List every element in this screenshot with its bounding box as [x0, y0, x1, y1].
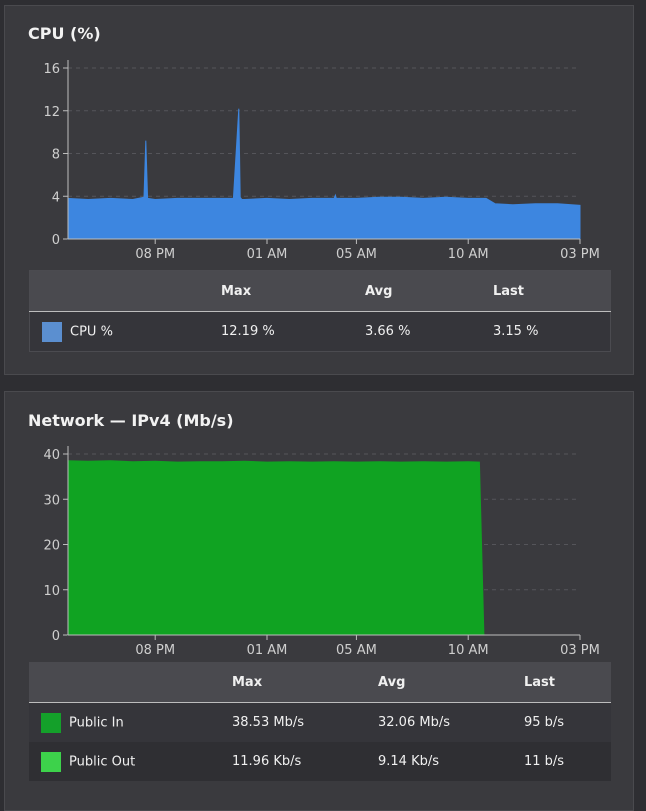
cpu-chart: 0 4 8 12 16 08 PM 01 AM 05 AM 10 AM 03 PM — [43, 60, 600, 262]
cpu-legend-row[interactable]: CPU % 12.19 % 3.66 % 3.15 % — [29, 311, 611, 352]
cpu-chart-x-tick-label: 05 AM — [336, 247, 377, 262]
network-legend-table: Max Avg Last Public In 38.53 Mb/s 32.06 … — [29, 662, 611, 781]
cpu-legend-header-avg: Avg — [365, 270, 493, 312]
cpu-chart-series-cpu--area — [67, 108, 581, 240]
public-in-series-cell: Public In — [29, 702, 232, 742]
network-chart-x-tick-label: 05 AM — [336, 643, 377, 658]
cpu-legend-header-series — [29, 270, 221, 312]
network-chart-x-tick-label: 10 AM — [448, 643, 489, 658]
network-legend-header: Max Avg Last — [29, 662, 611, 703]
network-chart-x-tick-label: 08 PM — [135, 643, 175, 658]
public-in-swatch — [41, 712, 61, 733]
cpu-legend-header: Max Avg Last — [29, 270, 611, 312]
network-panel: Network — IPv4 (Mb/s) 0 10 20 30 40 08 PM 01 A… — [4, 391, 634, 811]
cpu-series-name: CPU % — [70, 324, 113, 339]
network-chart: 0 10 20 30 40 08 PM 01 AM 05 AM 10 AM 03 PM — [43, 446, 600, 658]
cpu-chart-x-tick-label: 10 AM — [448, 247, 489, 262]
cpu-last-value: 3.15 % — [493, 311, 611, 352]
cpu-chart-x-tick-label: 03 PM — [560, 247, 600, 262]
network-chart-x-tick-label: 03 PM — [560, 643, 600, 658]
public-in-name: Public In — [69, 715, 124, 730]
network-legend-row-public-out[interactable]: Public Out 11.96 Kb/s 9.14 Kb/s 11 b/s — [29, 742, 611, 781]
cpu-legend-table: Max Avg Last CPU % 12.19 % 3.66 % 3.15 % — [29, 270, 611, 352]
public-out-avg-value: 9.14 Kb/s — [378, 742, 524, 781]
public-in-avg-value: 32.06 Mb/s — [378, 702, 524, 742]
cpu-chart-y-tick-label: 4 — [52, 190, 60, 205]
cpu-legend-header-last: Last — [493, 270, 611, 312]
public-out-swatch — [41, 751, 61, 772]
public-in-last-value: 95 b/s — [524, 702, 611, 742]
public-out-max-value: 11.96 Kb/s — [232, 742, 378, 781]
network-chart-x-tick-label: 01 AM — [247, 643, 288, 658]
network-legend-header-series — [29, 662, 232, 703]
network-chart-y-tick-label: 40 — [43, 448, 60, 463]
network-chart-y-tick-label: 20 — [43, 539, 60, 554]
network-chart-y-tick-label: 0 — [52, 629, 60, 644]
cpu-chart-y-tick-label: 8 — [52, 148, 60, 163]
public-out-last-value: 11 b/s — [524, 742, 611, 781]
public-out-name: Public Out — [69, 754, 136, 769]
cpu-max-value: 12.19 % — [221, 311, 365, 352]
network-chart-y-tick-label: 10 — [43, 584, 60, 599]
cpu-legend-series-cell: CPU % — [29, 311, 221, 352]
cpu-legend-header-max: Max — [221, 270, 365, 312]
network-legend-header-max: Max — [232, 662, 378, 703]
public-in-max-value: 38.53 Mb/s — [232, 702, 378, 742]
network-legend-header-last: Last — [524, 662, 611, 703]
network-chart-series-public-in-area — [67, 460, 580, 636]
network-legend-row-public-in[interactable]: Public In 38.53 Mb/s 32.06 Mb/s 95 b/s — [29, 702, 611, 742]
public-out-series-cell: Public Out — [29, 742, 232, 781]
network-chart-y-tick-label: 30 — [43, 493, 60, 508]
cpu-chart-x-tick-label: 08 PM — [135, 247, 175, 262]
network-legend-header-avg: Avg — [378, 662, 524, 703]
cpu-chart-y-tick-label: 16 — [43, 62, 60, 77]
cpu-panel: CPU (%) 0 4 8 12 16 08 PM 01 AM 05 AM 10 AM 03 PM… — [4, 5, 634, 375]
cpu-avg-value: 3.66 % — [365, 311, 493, 352]
cpu-chart-x-tick-label: 01 AM — [247, 247, 288, 262]
cpu-chart-y-tick-label: 0 — [52, 233, 60, 248]
cpu-series-swatch — [42, 321, 62, 342]
cpu-chart-y-tick-label: 12 — [43, 105, 60, 120]
